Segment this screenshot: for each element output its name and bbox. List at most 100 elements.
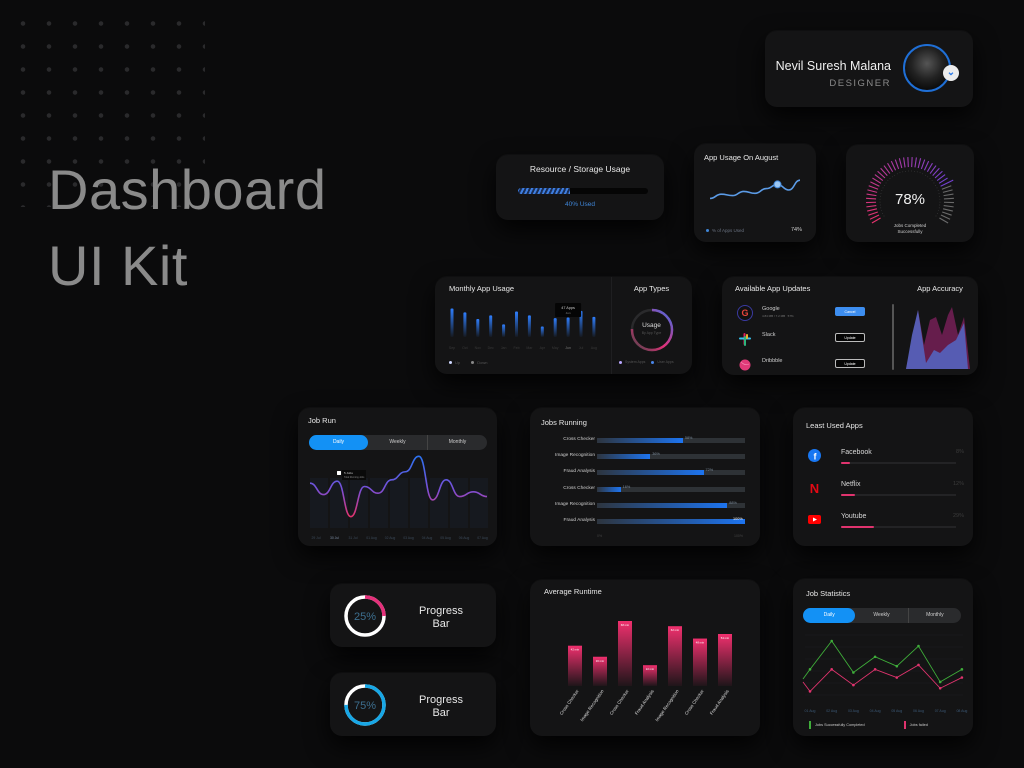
app-types-donut xyxy=(630,308,674,352)
failed-point[interactable] xyxy=(808,690,812,693)
job-run-bg-column xyxy=(450,478,468,528)
runtime-category-label: Cross Checker xyxy=(684,688,705,716)
job-stats-card: Job Statistics Daily Weekly Monthly 01 Aug… xyxy=(793,579,973,736)
runtime-bar[interactable] xyxy=(718,634,732,686)
least-used-item[interactable]: N Netflix 12% xyxy=(808,481,964,509)
gauge-tick xyxy=(923,160,930,171)
least-used-name: Facebook xyxy=(841,449,872,456)
runtime-bar[interactable] xyxy=(568,645,582,686)
gauge-tick xyxy=(887,162,894,173)
app-types-legend: System Apps User Apps xyxy=(619,360,674,364)
storage-title: Resource / Storage Usage xyxy=(529,164,631,174)
gauge-inner-dot xyxy=(899,172,901,174)
job-run-date-label: 04 Aug xyxy=(422,536,433,540)
monthly-bar[interactable] xyxy=(527,315,531,337)
monthly-bar[interactable] xyxy=(566,317,570,338)
update-button[interactable]: Update xyxy=(835,333,865,342)
gauge-inner-dot xyxy=(922,173,924,175)
job-running-fill xyxy=(597,454,651,460)
storage-used-label: 40% Used xyxy=(565,201,595,208)
failed-point[interactable] xyxy=(873,668,877,671)
cancel-update-button[interactable]: Cancel xyxy=(835,307,865,316)
completed-point[interactable] xyxy=(895,664,899,668)
job-run-bg-column xyxy=(310,478,328,528)
runtime-bar[interactable] xyxy=(693,638,707,686)
monthly-month-label: Oct xyxy=(462,346,467,350)
job-stats-date-label: 08 Aug xyxy=(956,709,967,713)
gauge-tick xyxy=(926,162,933,173)
monthly-bar[interactable] xyxy=(450,308,454,338)
completed-point[interactable] xyxy=(873,655,877,659)
completed-point[interactable] xyxy=(852,671,855,674)
slack-icon xyxy=(737,331,753,347)
runtime-bar[interactable] xyxy=(668,626,682,686)
failed-point[interactable] xyxy=(895,676,899,679)
avg-runtime-card: Average Runtime 42 min Cross Checker 30 mi… xyxy=(530,580,760,736)
gauge-inner-dot xyxy=(927,176,929,178)
legend-down-dot-icon xyxy=(471,361,475,365)
legend-user-dot-icon xyxy=(651,360,655,364)
least-used-item[interactable]: f Facebook 8% xyxy=(808,449,964,477)
job-stats-date-label: 05 Aug xyxy=(891,709,902,713)
updates-scrollbar[interactable] xyxy=(892,304,894,370)
app-usage-legend: % of Apps Used xyxy=(706,228,744,233)
monthly-bar[interactable] xyxy=(592,316,596,337)
app-usage-value: 74% xyxy=(790,227,802,233)
august-usage-line xyxy=(709,179,801,200)
job-running-row: Cross Checker 58% xyxy=(530,436,760,446)
profile-card[interactable]: Nevil Suresh Malana DESIGNER ⌄ xyxy=(765,31,973,107)
completed-point[interactable] xyxy=(960,668,964,671)
gauge-tick xyxy=(940,214,951,220)
legend-completed-swatch xyxy=(809,721,811,729)
failed-point[interactable] xyxy=(960,676,964,679)
gauge-inner-dot xyxy=(881,210,882,212)
completed-point[interactable] xyxy=(917,644,920,648)
app-update-name: Slack xyxy=(762,332,776,338)
legend-dot-icon xyxy=(706,229,709,233)
completed-point[interactable] xyxy=(830,639,833,643)
progress-ring: 25% xyxy=(344,595,386,637)
gauge-tick xyxy=(868,185,879,190)
failed-point[interactable] xyxy=(917,663,920,667)
runtime-bar-label: 48 min xyxy=(696,641,705,645)
gauge-inner-dot xyxy=(916,171,918,173)
gauge-tick xyxy=(914,157,917,168)
job-run-bg-column xyxy=(430,478,448,528)
app-updates-title: Available App Updates xyxy=(735,284,811,293)
jobs-running-axis-max: 100% xyxy=(734,534,743,538)
monthly-bar[interactable] xyxy=(489,315,493,337)
monthly-bar[interactable] xyxy=(463,312,467,337)
least-used-value: 8% xyxy=(956,449,964,455)
monthly-tooltip-value: 47 Apps xyxy=(561,306,575,310)
job-run-marker[interactable] xyxy=(337,471,341,475)
job-run-date-label: 31 Jul xyxy=(348,536,357,540)
completed-point[interactable] xyxy=(808,668,812,671)
job-running-fill xyxy=(597,470,704,476)
gauge-inner-dot xyxy=(938,210,939,212)
completed-point[interactable] xyxy=(938,680,942,684)
failed-line-lead xyxy=(802,681,811,692)
gauge-inner-dot xyxy=(902,171,904,173)
monthly-bar[interactable] xyxy=(476,319,480,337)
monthly-bar[interactable] xyxy=(502,324,506,337)
job-running-track xyxy=(597,486,745,492)
august-highlight-point[interactable] xyxy=(773,180,782,189)
monthly-bar[interactable] xyxy=(515,311,518,338)
job-running-percent: 72% xyxy=(705,468,714,473)
monthly-bar[interactable] xyxy=(553,318,557,337)
failed-point[interactable] xyxy=(852,683,855,687)
failed-point[interactable] xyxy=(830,668,833,671)
gauge-inner-dot xyxy=(911,170,912,172)
update-button[interactable]: Update xyxy=(835,359,865,368)
failed-point[interactable] xyxy=(938,686,942,690)
gauge-inner-dot xyxy=(929,178,931,180)
runtime-bar[interactable] xyxy=(618,621,632,686)
progress-label: Progress Bar xyxy=(418,694,464,719)
job-run-date-label: 07 Aug xyxy=(477,536,488,540)
progress-value: 75% xyxy=(354,700,376,712)
runtime-category-label: Cross Checker xyxy=(609,688,630,716)
runtime-category-label: Fraud Analysis xyxy=(709,688,730,716)
chevron-down-icon[interactable]: ⌄ xyxy=(943,65,959,81)
monthly-bar[interactable] xyxy=(540,326,544,338)
least-used-item[interactable]: Youtube 29% xyxy=(808,513,964,541)
